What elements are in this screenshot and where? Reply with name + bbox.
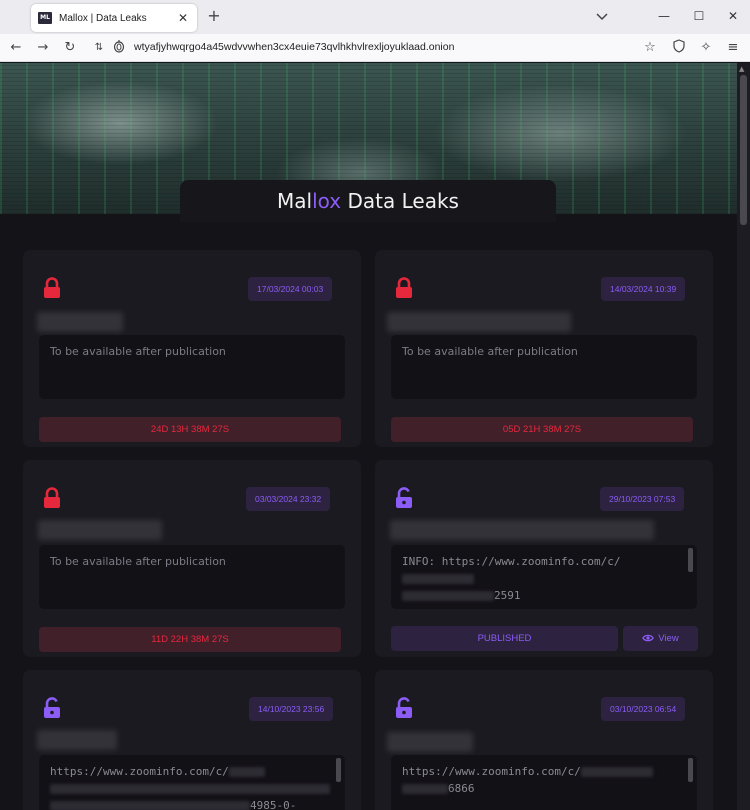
leak-card: 29/10/2023 07:53 INFO: https://www.zoomi… <box>375 460 713 657</box>
countdown-timer: 11D 22H 38M 27S <box>39 627 341 652</box>
address-bar-url[interactable]: wtyafjyhwqrgo4a45wdvvwhen3cx4euie73qvlhk… <box>134 41 454 53</box>
leak-card: 03/03/2024 23:32 To be available after p… <box>23 460 361 657</box>
date-badge: 03/10/2023 06:54 <box>601 697 686 721</box>
bookmark-star-icon[interactable]: ☆ <box>641 39 659 57</box>
countdown-timer: 05D 21H 38M 27S <box>391 417 693 442</box>
leak-info[interactable]: https://www.zoominfo.com/c/ 4985-0- <box>39 755 345 810</box>
leak-description: To be available after publication <box>39 545 345 609</box>
lock-closed-icon <box>44 277 60 298</box>
redacted-company-name <box>38 520 162 540</box>
site-favicon-icon: ML <box>38 12 52 24</box>
info-scrollbar[interactable] <box>688 758 693 782</box>
page-scrollbar[interactable]: ▲ <box>737 63 750 810</box>
redacted-company-name <box>37 730 117 750</box>
scroll-up-icon[interactable]: ▲ <box>739 65 744 73</box>
forward-icon[interactable]: → <box>34 39 52 57</box>
eye-icon <box>642 634 655 642</box>
lock-closed-icon <box>396 277 412 298</box>
date-badge: 14/10/2023 23:56 <box>249 697 334 721</box>
lock-open-icon <box>44 697 60 718</box>
redacted-company-name <box>387 732 473 752</box>
view-button[interactable]: View <box>623 626 698 651</box>
info-scrollbar[interactable] <box>336 758 341 782</box>
close-tab-icon[interactable]: ✕ <box>176 11 190 25</box>
date-badge: 03/03/2024 23:32 <box>246 487 331 511</box>
reload-icon[interactable]: ↻ <box>61 39 79 57</box>
info-scrollbar[interactable] <box>688 548 693 572</box>
broom-icon[interactable]: ✧ <box>697 39 715 57</box>
minimize-icon[interactable]: — <box>654 6 674 26</box>
browser-tab-bar: ML Mallox | Data Leaks ✕ + — ☐ ✕ <box>0 0 750 34</box>
leak-description: To be available after publication <box>391 335 697 399</box>
date-badge: 17/03/2024 00:03 <box>248 277 333 301</box>
lock-open-icon <box>396 487 412 508</box>
back-icon[interactable]: ← <box>7 39 25 57</box>
browser-nav-bar: ← → ↻ ⇅ wtyafjyhwqrgo4a45wdvvwhen3cx4eui… <box>0 34 750 62</box>
leak-card: 03/10/2023 06:54 https://www.zoominfo.co… <box>375 670 713 810</box>
leak-card: 14/03/2024 10:39 To be available after p… <box>375 250 713 447</box>
menu-icon[interactable]: ≡ <box>724 39 742 57</box>
browser-tab[interactable]: ML Mallox | Data Leaks ✕ <box>31 4 197 32</box>
shield-icon[interactable] <box>670 39 688 57</box>
lock-closed-icon <box>44 487 60 508</box>
redacted-company-name <box>37 312 123 332</box>
window-close-icon[interactable]: ✕ <box>723 6 743 26</box>
onion-circuit-icon[interactable]: ⇅ <box>90 39 108 57</box>
redacted-company-name <box>387 312 571 332</box>
chevron-down-icon[interactable] <box>593 7 611 25</box>
published-status: PUBLISHED <box>391 626 618 651</box>
date-badge: 14/03/2024 10:39 <box>601 277 686 301</box>
leak-info[interactable]: INFO: https://www.zoominfo.com/c/ 2591 <box>391 545 697 609</box>
new-tab-icon[interactable]: + <box>205 6 223 26</box>
countdown-timer: 24D 13H 38M 27S <box>39 417 341 442</box>
page-title: Mallox Data Leaks <box>180 180 556 222</box>
scrollbar-thumb[interactable] <box>740 75 747 225</box>
leak-card: 17/03/2024 00:03 To be available after p… <box>23 250 361 447</box>
lock-open-icon <box>396 697 412 718</box>
redacted-company-name <box>390 520 654 540</box>
maximize-icon[interactable]: ☐ <box>689 6 709 26</box>
leak-info[interactable]: https://www.zoominfo.com/c/ 6866 <box>391 755 697 810</box>
onion-site-icon[interactable] <box>110 39 128 57</box>
date-badge: 29/10/2023 07:53 <box>600 487 685 511</box>
leak-description: To be available after publication <box>39 335 345 399</box>
leak-card: 14/10/2023 23:56 https://www.zoominfo.co… <box>23 670 361 810</box>
tab-title: Mallox | Data Leaks <box>59 12 147 24</box>
